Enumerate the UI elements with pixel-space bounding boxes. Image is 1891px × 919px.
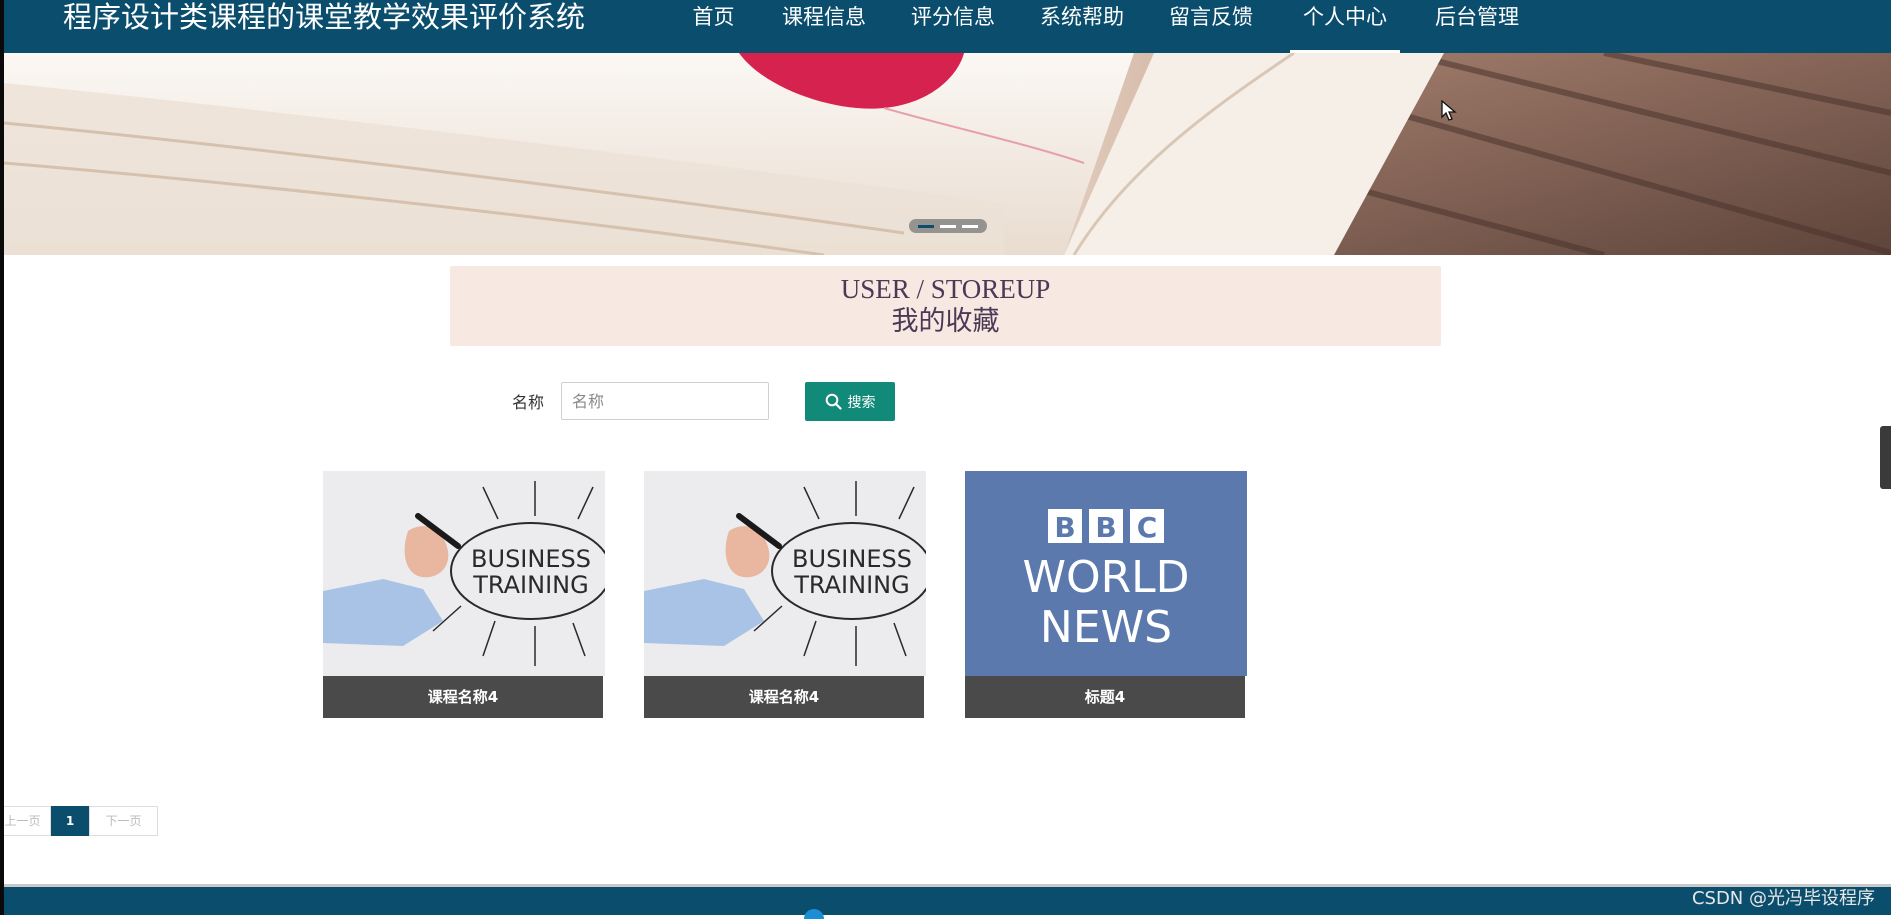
search-icon: [825, 393, 842, 410]
mouse-cursor-icon: [1441, 100, 1457, 121]
pagination-next[interactable]: 下一页: [89, 806, 158, 836]
banner-carousel[interactable]: [4, 53, 1891, 255]
card-title: 课程名称4: [323, 676, 603, 718]
footer-dot-icon: [804, 909, 824, 919]
section-title-en: USER / STOREUP: [840, 274, 1051, 304]
carousel-indicators: [909, 219, 987, 233]
site-title: 程序设计类课程的课堂教学效果评价系统: [63, 0, 586, 34]
bbc-text-news: NEWS: [1040, 602, 1172, 653]
watermark-text: CSDN @光冯毕设程序: [1691, 888, 1875, 909]
nav-course-info[interactable]: 课程信息: [779, 0, 869, 53]
card-thumbnail: BUSINESS TRAINING: [644, 471, 926, 676]
nav-home[interactable]: 首页: [690, 0, 737, 53]
search-input[interactable]: [561, 382, 769, 420]
card-title: 课程名称4: [644, 676, 924, 718]
nav-system-help[interactable]: 系统帮助: [1037, 0, 1127, 53]
bbc-text-world: WORLD: [1022, 552, 1189, 603]
bbc-letter-3: C: [1137, 511, 1158, 544]
favorite-card-2[interactable]: BUSINESS TRAINING 课程名称4: [644, 471, 926, 718]
section-title-cn: 我的收藏: [891, 306, 1000, 336]
search-label: 名称: [512, 393, 545, 412]
side-drawer-tab[interactable]: [1880, 426, 1891, 489]
pagination-prev[interactable]: 上一页: [0, 806, 51, 836]
section-title-box: USER / STOREUP 我的收藏: [450, 266, 1441, 346]
nav-feedback[interactable]: 留言反馈: [1166, 0, 1256, 53]
carousel-dot-1[interactable]: [918, 225, 934, 228]
window-left-edge: [0, 0, 4, 915]
training-text-line2: TRAINING: [793, 571, 909, 599]
search-button-label: 搜索: [847, 394, 876, 411]
search-button[interactable]: 搜索: [805, 382, 895, 421]
training-text-line2: TRAINING: [472, 571, 588, 599]
training-text-line1: BUSINESS: [471, 545, 591, 573]
favorite-card-3[interactable]: B B C WORLD NEWS 标题4: [965, 471, 1247, 718]
pagination-page-1[interactable]: 1: [51, 806, 89, 836]
top-navbar: 程序设计类课程的课堂教学效果评价系统 首页 课程信息 评分信息 系统帮助 留言反…: [0, 0, 1891, 53]
page-footer: [0, 884, 1891, 919]
carousel-dot-3[interactable]: [962, 225, 978, 228]
nav-rating-info[interactable]: 评分信息: [908, 0, 998, 53]
bbc-letter-1: B: [1054, 511, 1075, 544]
card-thumbnail: B B C WORLD NEWS: [965, 471, 1247, 676]
nav-personal-center[interactable]: 个人中心: [1290, 0, 1400, 53]
training-text-line1: BUSINESS: [792, 545, 912, 573]
nav-admin[interactable]: 后台管理: [1432, 0, 1522, 53]
card-thumbnail: BUSINESS TRAINING: [323, 471, 605, 676]
favorite-card-1[interactable]: BUSINESS TRAINING 课程名称4: [323, 471, 605, 718]
carousel-dot-2[interactable]: [940, 225, 956, 228]
bbc-letter-2: B: [1095, 511, 1116, 544]
card-title: 标题4: [965, 676, 1245, 718]
